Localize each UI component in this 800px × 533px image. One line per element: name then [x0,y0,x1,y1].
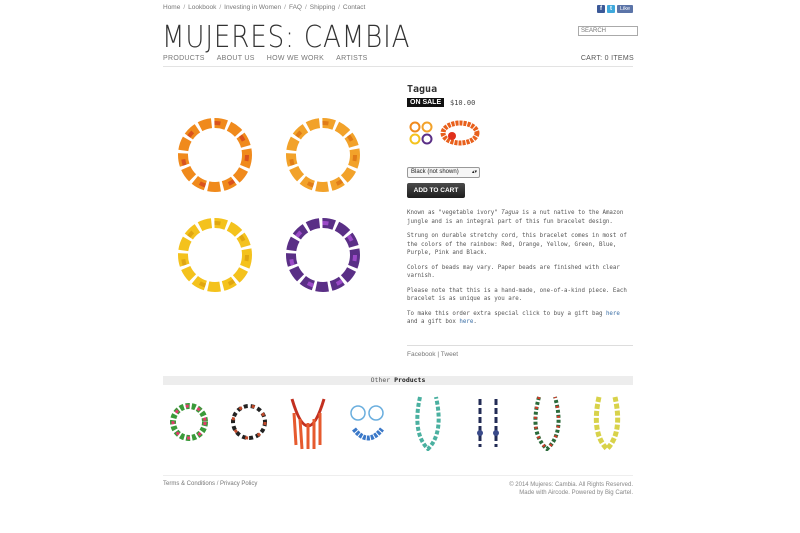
thumbnail-1[interactable] [408,120,434,146]
option-select[interactable]: Black (not shown) ▴▾ [407,167,480,178]
footer-divider [163,475,633,476]
bracelet-purple [286,218,360,292]
bracelet-orange [178,118,252,192]
other-products-heading: Other Products [163,376,633,385]
add-to-cart-button[interactable]: ADD TO CART [407,183,465,198]
other-product-item[interactable] [282,393,334,451]
nav-artists-link[interactable]: ARTISTS [336,55,368,62]
privacy-link[interactable]: Privacy Policy [220,481,257,487]
cart-link[interactable]: CART: 0 ITEMS [581,55,634,62]
header-divider [163,66,633,67]
top-navigation: Home / Lookbook / Investing in Women / FAQ / Shi… [163,4,366,11]
nav-faq-link[interactable]: FAQ [289,4,302,11]
other-product-item[interactable] [163,393,215,451]
sale-badge: ON SALE [407,98,445,107]
social-links: f t Like [597,5,633,13]
facebook-share-link[interactable]: Facebook [407,351,436,358]
other-product-item[interactable] [462,393,514,451]
thumbnail-2[interactable] [440,120,480,146]
twitter-icon[interactable]: t [607,5,615,13]
site-logo[interactable]: MUJERES: CAMBIA [162,20,410,55]
product-image[interactable] [163,85,388,310]
other-products-list [163,393,633,451]
bracelet-yellow [178,218,252,292]
gift-box-link[interactable]: here [459,319,473,325]
footer-credits: © 2014 Mujeres: Cambia. All Rights Reser… [509,482,633,496]
nav-investing-link[interactable]: Investing in Women [224,4,281,11]
nav-how-we-work-link[interactable]: HOW WE WORK [267,55,324,62]
nav-about-link[interactable]: ABOUT US [217,55,255,62]
nav-contact-link[interactable]: Contact [343,4,365,11]
terms-link[interactable]: Terms & Conditions [163,481,215,487]
other-product-item[interactable] [521,393,573,451]
tweet-link[interactable]: Tweet [441,351,458,358]
main-navigation: PRODUCTS ABOUT US HOW WE WORK ARTISTS [163,55,368,62]
share-links: Facebook | Tweet [407,351,459,358]
search-input[interactable]: SEARCH [578,26,638,36]
facebook-icon[interactable]: f [597,5,605,13]
description-divider [407,345,633,346]
product-thumbnails [408,120,480,146]
product-description: Known as "vegetable ivory" Tagua is a nu… [407,210,627,325]
other-product-item[interactable] [342,393,394,451]
select-arrows-icon: ▴▾ [471,169,477,175]
other-product-item[interactable] [402,393,454,451]
footer-links: Terms & Conditions / Privacy Policy [163,481,258,487]
other-product-item[interactable] [223,393,275,451]
product-price: $10.00 [450,99,476,107]
product-title: Tagua [407,84,438,95]
other-product-item[interactable] [581,393,633,451]
nav-products-link[interactable]: PRODUCTS [163,55,205,62]
nav-shipping-link[interactable]: Shipping [310,4,335,11]
facebook-like-button[interactable]: Like [617,5,633,13]
nav-home-link[interactable]: Home [163,4,180,11]
nav-lookbook-link[interactable]: Lookbook [188,4,216,11]
gift-bag-link[interactable]: here [606,311,620,317]
bracelet-amber [286,118,360,192]
